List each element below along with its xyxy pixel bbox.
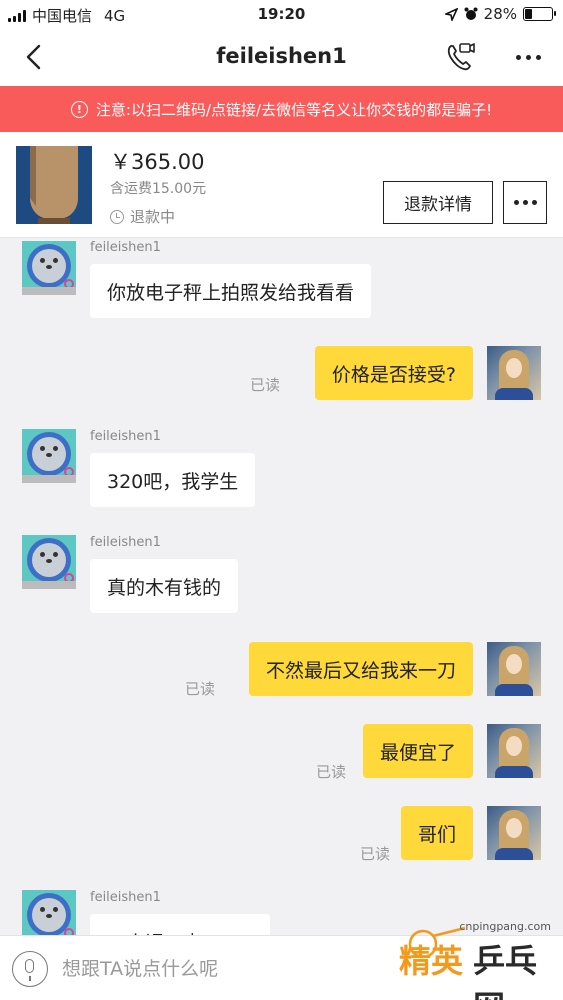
microphone-icon[interactable] bbox=[12, 951, 48, 987]
watermark-text-2: 乒乓网 bbox=[473, 942, 538, 1000]
message-bubble-incoming[interactable]: 320吧，我学生 bbox=[90, 453, 256, 507]
avatar-seal[interactable] bbox=[22, 890, 76, 935]
read-status: 已读 bbox=[359, 845, 390, 863]
battery-icon bbox=[523, 7, 556, 21]
avatar-seal[interactable] bbox=[22, 241, 76, 295]
product-more-button[interactable] bbox=[503, 181, 547, 224]
watermark-logo: cnpingpang.com 精英 乒乓网 bbox=[395, 918, 555, 1000]
sender-name: feileishen1 bbox=[90, 240, 161, 255]
watermark-text-1: 精英 bbox=[399, 942, 464, 980]
message-bubble-incoming[interactable]: 真的木有钱的 bbox=[90, 559, 239, 613]
alarm-icon bbox=[464, 7, 478, 20]
order-state: 退款中 bbox=[110, 206, 175, 227]
shipping-fee: 含运费15.00元 bbox=[110, 181, 207, 197]
battery-percent: 28% bbox=[483, 5, 517, 23]
clock-icon bbox=[110, 209, 124, 224]
info-icon: ! bbox=[70, 100, 88, 118]
sender-name: feileishen1 bbox=[90, 429, 161, 444]
nav-bar: feileishen1 bbox=[0, 28, 563, 86]
read-status: 已读 bbox=[184, 680, 215, 698]
read-status: 已读 bbox=[315, 763, 346, 781]
warning-text: 注意:以扫二维码/点链接/去微信等名义让你交钱的都是骗子! bbox=[95, 100, 493, 119]
scam-warning-banner: ! 注意:以扫二维码/点链接/去微信等名义让你交钱的都是骗子! bbox=[0, 86, 563, 132]
message-bubble-outgoing[interactable]: 价格是否接受? bbox=[314, 346, 473, 400]
product-card[interactable]: ￥365.00 含运费15.00元 退款中 退款详情 bbox=[0, 132, 563, 238]
sender-name: feileishen1 bbox=[90, 890, 161, 905]
message-input[interactable] bbox=[62, 950, 362, 988]
more-dots-icon[interactable] bbox=[511, 42, 545, 72]
chat-history[interactable]: feileishen1 你放电子秤上拍照发给我看看 已读 价格是否接受? fei… bbox=[0, 239, 563, 935]
avatar-self[interactable] bbox=[487, 806, 541, 860]
avatar-self[interactable] bbox=[487, 642, 541, 696]
watermark-url: cnpingpang.com bbox=[459, 920, 551, 933]
page-title: feileishen1 bbox=[216, 44, 347, 68]
avatar-seal[interactable] bbox=[22, 535, 76, 589]
product-thumbnail[interactable] bbox=[16, 146, 92, 224]
avatar-self[interactable] bbox=[487, 346, 541, 400]
avatar-seal[interactable] bbox=[22, 429, 76, 483]
refund-details-button[interactable]: 退款详情 bbox=[383, 181, 493, 224]
message-bubble-outgoing[interactable]: 哥们 bbox=[400, 806, 473, 860]
location-icon bbox=[444, 7, 458, 21]
product-price: ￥365.00 bbox=[110, 150, 205, 174]
message-bubble-incoming[interactable]: 你放电子秤上拍照发给我看看 bbox=[90, 264, 372, 318]
order-state-label: 退款中 bbox=[130, 208, 176, 226]
phone-video-icon[interactable] bbox=[443, 40, 477, 74]
message-bubble-outgoing[interactable]: 不然最后又给我来一刀 bbox=[248, 642, 473, 696]
message-bubble-incoming[interactable]: 一小误一点320 bbox=[90, 914, 270, 935]
message-bubble-outgoing[interactable]: 最便宜了 bbox=[362, 724, 473, 778]
status-bar: 中国电信 4G 19:20 28% bbox=[0, 0, 563, 28]
avatar-self[interactable] bbox=[487, 724, 541, 778]
read-status: 已读 bbox=[249, 376, 280, 394]
sender-name: feileishen1 bbox=[90, 535, 161, 550]
